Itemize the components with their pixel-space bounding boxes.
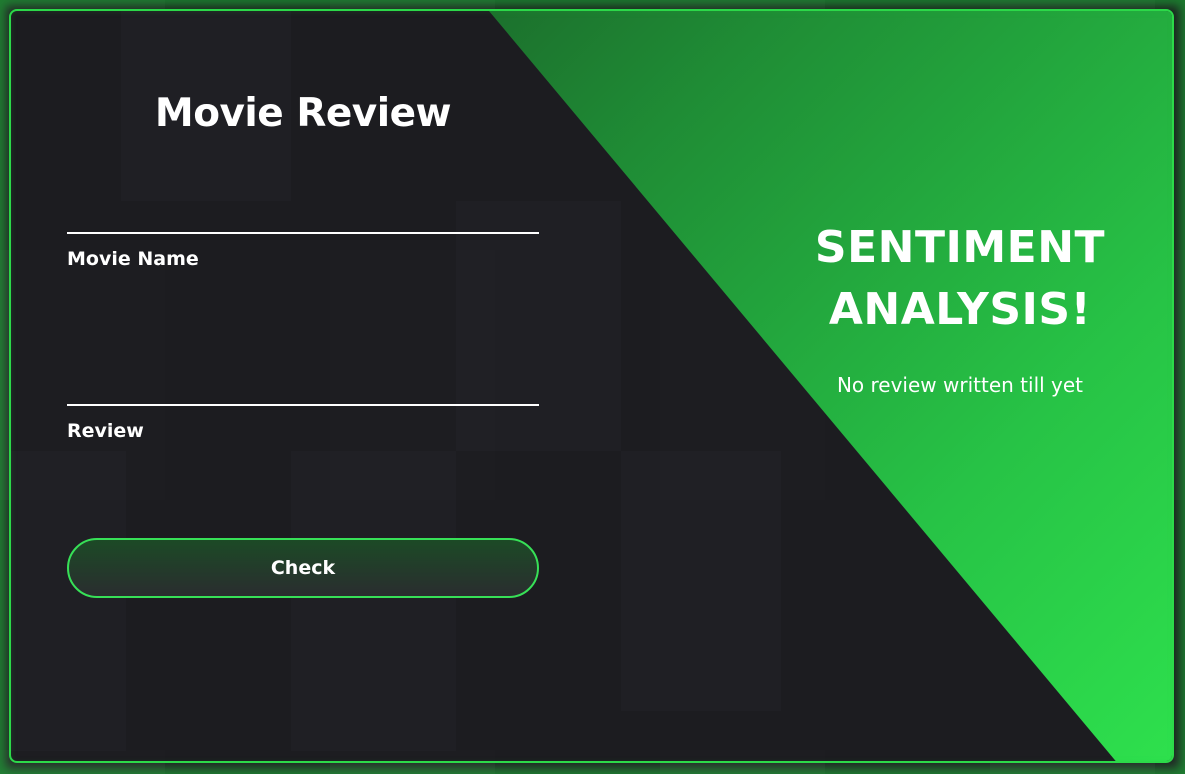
check-button[interactable]: Check	[67, 538, 539, 598]
review-input[interactable]	[67, 404, 539, 406]
sentiment-heading: SENTIMENT ANALYSIS!	[783, 217, 1137, 341]
form-title: Movie Review	[154, 91, 452, 136]
review-label: Review	[67, 420, 144, 442]
movie-name-field: Movie Name	[67, 232, 539, 270]
review-field: Review	[67, 404, 539, 442]
sentiment-heading-line1: SENTIMENT	[814, 222, 1106, 273]
sentiment-heading-line2: ANALYSIS!	[828, 284, 1092, 335]
sentiment-result-text: No review written till yet	[836, 373, 1084, 397]
movie-name-label: Movie Name	[67, 248, 199, 270]
review-card: Movie Review Movie Name Review Check SEN…	[9, 9, 1174, 763]
movie-name-input[interactable]	[67, 232, 539, 234]
